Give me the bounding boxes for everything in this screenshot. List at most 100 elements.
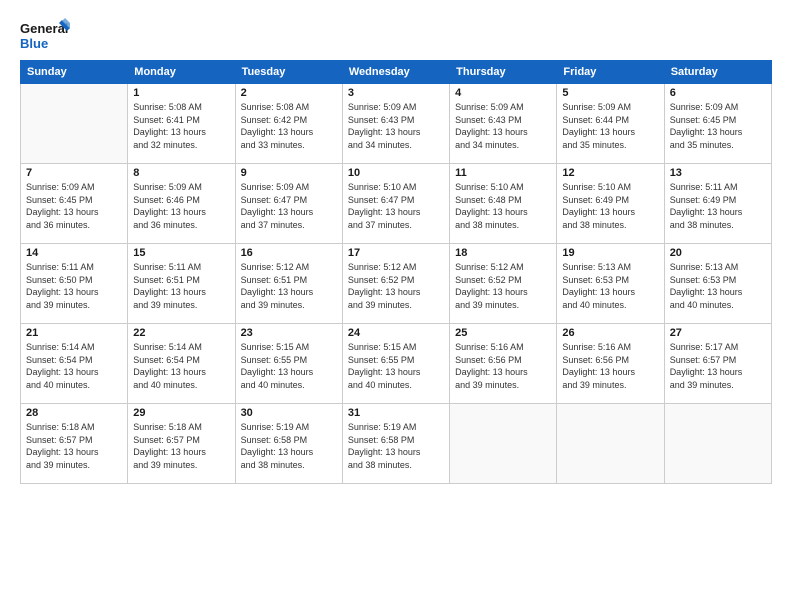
day-info-line: Daylight: 13 hours [562,206,658,219]
day-info-line: and 39 minutes. [455,379,551,392]
day-info-line: Sunrise: 5:09 AM [670,101,766,114]
day-info-line: Daylight: 13 hours [241,366,337,379]
day-info-line: Sunrise: 5:15 AM [348,341,444,354]
day-info: Sunrise: 5:18 AMSunset: 6:57 PMDaylight:… [26,421,122,471]
day-info-line: Daylight: 13 hours [26,446,122,459]
calendar-day-header: Tuesday [235,61,342,84]
day-info-line: and 39 minutes. [241,299,337,312]
day-number: 6 [670,87,766,99]
day-info-line: Sunrise: 5:09 AM [455,101,551,114]
table-row: 16Sunrise: 5:12 AMSunset: 6:51 PMDayligh… [235,244,342,324]
day-number: 11 [455,167,551,179]
day-info-line: and 40 minutes. [562,299,658,312]
day-info-line: and 40 minutes. [241,379,337,392]
day-info-line: Sunrise: 5:11 AM [26,261,122,274]
day-info-line: Sunrise: 5:17 AM [670,341,766,354]
day-info: Sunrise: 5:18 AMSunset: 6:57 PMDaylight:… [133,421,229,471]
day-info: Sunrise: 5:11 AMSunset: 6:49 PMDaylight:… [670,181,766,231]
day-info-line: Sunrise: 5:18 AM [133,421,229,434]
day-info-line: Daylight: 13 hours [133,446,229,459]
day-number: 22 [133,327,229,339]
day-info: Sunrise: 5:10 AMSunset: 6:48 PMDaylight:… [455,181,551,231]
day-info: Sunrise: 5:09 AMSunset: 6:47 PMDaylight:… [241,181,337,231]
day-info-line: Sunrise: 5:18 AM [26,421,122,434]
table-row: 18Sunrise: 5:12 AMSunset: 6:52 PMDayligh… [450,244,557,324]
day-info-line: Sunrise: 5:12 AM [241,261,337,274]
day-info-line: and 32 minutes. [133,139,229,152]
day-number: 15 [133,247,229,259]
day-info-line: and 36 minutes. [26,219,122,232]
table-row [557,404,664,484]
day-info-line: Daylight: 13 hours [348,366,444,379]
day-info-line: Sunset: 6:57 PM [670,354,766,367]
table-row: 20Sunrise: 5:13 AMSunset: 6:53 PMDayligh… [664,244,771,324]
calendar-week-row: 21Sunrise: 5:14 AMSunset: 6:54 PMDayligh… [21,324,772,404]
day-info-line: Sunset: 6:42 PM [241,114,337,127]
day-number: 30 [241,407,337,419]
day-info-line: and 38 minutes. [562,219,658,232]
svg-text:Blue: Blue [20,36,48,51]
day-info-line: Daylight: 13 hours [241,446,337,459]
table-row: 24Sunrise: 5:15 AMSunset: 6:55 PMDayligh… [342,324,449,404]
table-row: 30 Sunrise: 5:19 AMSunset: 6:58 PMDayligh… [235,404,342,484]
day-info-line: and 34 minutes. [455,139,551,152]
table-row: 13 Sunrise: 5:11 AMSunset: 6:49 PMDayligh… [664,164,771,244]
day-info-line: and 39 minutes. [455,299,551,312]
calendar-week-row: 14Sunrise: 5:11 AMSunset: 6:50 PMDayligh… [21,244,772,324]
day-number: 24 [348,327,444,339]
day-info-line: Sunrise: 5:08 AM [133,101,229,114]
table-row: 2Sunrise: 5:08 AMSunset: 6:42 PMDaylight… [235,84,342,164]
day-info: Sunrise: 5:11 AMSunset: 6:50 PMDaylight:… [26,261,122,311]
day-info-line: and 40 minutes. [670,299,766,312]
table-row: 12Sunrise: 5:10 AMSunset: 6:49 PMDayligh… [557,164,664,244]
day-info-line: Sunset: 6:50 PM [26,274,122,287]
calendar-day-header: Sunday [21,61,128,84]
day-info-line: Sunrise: 5:09 AM [26,181,122,194]
day-info-line: and 33 minutes. [241,139,337,152]
day-info-line: Sunset: 6:49 PM [562,194,658,207]
day-info-line: Daylight: 13 hours [670,206,766,219]
table-row: 6 Sunrise: 5:09 AMSunset: 6:45 PMDaylight… [664,84,771,164]
day-number: 10 [348,167,444,179]
day-info-line: and 39 minutes. [562,379,658,392]
day-info: Sunrise: 5:09 AMSunset: 6:43 PMDaylight:… [455,101,551,151]
day-number: 31 [348,407,444,419]
day-info-line: Sunrise: 5:19 AM [241,421,337,434]
day-number: 26 [562,327,658,339]
day-info-line: Sunset: 6:54 PM [26,354,122,367]
table-row: 11 Sunrise: 5:10 AMSunset: 6:48 PMDayligh… [450,164,557,244]
day-info-line: Sunrise: 5:09 AM [133,181,229,194]
table-row: 25Sunrise: 5:16 AMSunset: 6:56 PMDayligh… [450,324,557,404]
day-number: 27 [670,327,766,339]
day-info-line: Sunrise: 5:09 AM [241,181,337,194]
day-number: 9 [241,167,337,179]
day-info: Sunrise: 5:09 AMSunset: 6:46 PMDaylight:… [133,181,229,231]
day-info-line: Sunset: 6:46 PM [133,194,229,207]
table-row [664,404,771,484]
calendar-week-row: 28Sunrise: 5:18 AMSunset: 6:57 PMDayligh… [21,404,772,484]
day-info-line: Daylight: 13 hours [241,286,337,299]
table-row: 3Sunrise: 5:09 AMSunset: 6:43 PMDaylight… [342,84,449,164]
table-row: 5Sunrise: 5:09 AMSunset: 6:44 PMDaylight… [557,84,664,164]
day-info: Sunrise: 5:17 AMSunset: 6:57 PMDaylight:… [670,341,766,391]
day-number: 5 [562,87,658,99]
calendar-day-header: Wednesday [342,61,449,84]
day-number: 13 [670,167,766,179]
table-row [21,84,128,164]
day-info-line: Sunset: 6:56 PM [455,354,551,367]
day-info: Sunrise: 5:09 AMSunset: 6:45 PMDaylight:… [670,101,766,151]
table-row: 26Sunrise: 5:16 AMSunset: 6:56 PMDayligh… [557,324,664,404]
day-info-line: Sunset: 6:58 PM [241,434,337,447]
day-info-line: Sunset: 6:44 PM [562,114,658,127]
day-info-line: and 35 minutes. [670,139,766,152]
logo-svg: General Blue [20,18,70,54]
day-info: Sunrise: 5:08 AMSunset: 6:41 PMDaylight:… [133,101,229,151]
day-info-line: and 36 minutes. [133,219,229,232]
day-info-line: Daylight: 13 hours [348,286,444,299]
day-number: 4 [455,87,551,99]
day-number: 28 [26,407,122,419]
day-number: 23 [241,327,337,339]
day-info-line: Daylight: 13 hours [455,366,551,379]
day-number: 1 [133,87,229,99]
day-info-line: Sunset: 6:57 PM [26,434,122,447]
